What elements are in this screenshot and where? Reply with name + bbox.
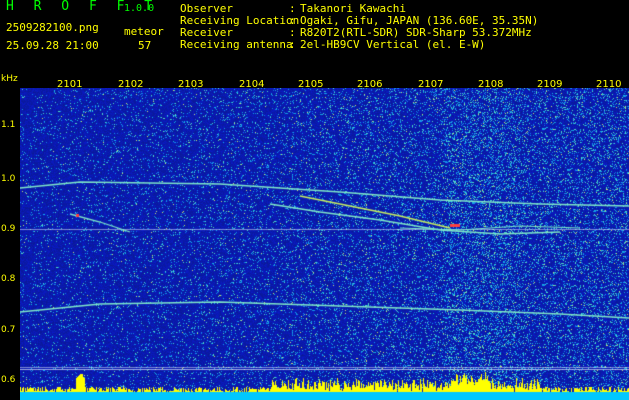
meteor-label: meteor <box>124 25 164 38</box>
y-tick-label: 0.9 <box>1 224 16 234</box>
spectrogram <box>20 88 629 400</box>
meteor-count: 57 <box>138 39 152 52</box>
separator: : <box>289 38 296 51</box>
y-tick-label: 0.6 <box>1 375 16 385</box>
file-name: 2509282100.png <box>6 21 99 34</box>
y-tick-label: 1.0 <box>1 174 16 184</box>
app-version: 1.0.0 <box>124 3 155 14</box>
date-time: 25.09.28 21:00 <box>6 39 99 52</box>
antenna-label: Receiving antenna <box>180 38 293 51</box>
y-unit-label: kHz <box>1 74 18 84</box>
y-tick-label: 1.1 <box>1 120 16 130</box>
y-tick-label: 0.8 <box>1 274 16 284</box>
antenna-value: 2el-HB9CV Vertical (el. E-W) <box>300 38 486 51</box>
header-panel: H R O F F T 1.0.0 2509282100.png 25.09.2… <box>0 0 629 78</box>
y-axis: kHz 1.1 1.0 0.9 0.8 0.7 0.6 <box>0 74 20 400</box>
y-tick-label: 0.7 <box>1 325 16 335</box>
